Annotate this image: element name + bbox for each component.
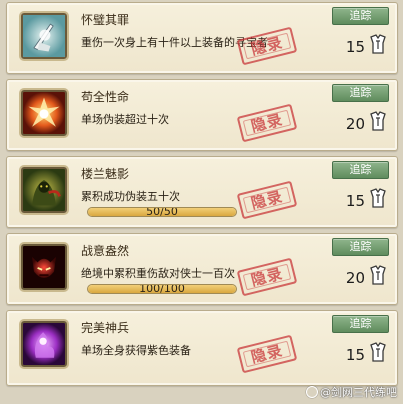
- points-badge-icon: [370, 111, 386, 131]
- completed-stamp: 隐录: [236, 257, 298, 297]
- completed-stamp: 隐录: [236, 180, 298, 220]
- achievement-title: 怀璧其罪: [81, 13, 130, 27]
- track-button[interactable]: 追踪: [332, 315, 389, 333]
- points-badge-icon: [370, 265, 386, 285]
- achievement-card: 楼兰魅影 累积成功伪装五十次 50/50 隐录 追踪 15: [6, 156, 398, 228]
- achievement-description: 累积成功伪装五十次: [81, 190, 180, 203]
- purple-aura-icon: [21, 321, 67, 367]
- achievement-description: 单场伪装超过十次: [81, 113, 169, 126]
- weibo-icon: [306, 386, 318, 398]
- progress-text: 50/50: [146, 207, 178, 217]
- progress-text: 100/100: [139, 284, 185, 294]
- track-button[interactable]: 追踪: [332, 7, 389, 25]
- achievement-card: 怀璧其罪 重伤一次身上有十件以上装备的寻宝者 隐录 追踪 15: [6, 2, 398, 74]
- sword-man-icon: [21, 13, 67, 59]
- achievement-description: 单场全身获得紫色装备: [81, 344, 191, 357]
- completed-stamp: 隐录: [236, 26, 298, 66]
- hooded-figure-icon: [21, 167, 67, 213]
- points-badge-icon: [370, 188, 386, 208]
- points-badge-icon: [370, 34, 386, 54]
- achievement-points: 20: [345, 269, 365, 287]
- track-button[interactable]: 追踪: [332, 84, 389, 102]
- progress-bar: 50/50: [87, 207, 237, 217]
- achievement-card: 完美神兵 单场全身获得紫色装备 隐录 追踪 15: [6, 310, 398, 386]
- achievement-title: 战意盎然: [81, 244, 130, 258]
- track-button[interactable]: 追踪: [332, 238, 389, 256]
- red-demon-face-icon: [21, 244, 67, 290]
- points-badge-icon: [370, 342, 386, 362]
- progress-bar: 100/100: [87, 284, 237, 294]
- completed-stamp: 隐录: [236, 103, 298, 143]
- fire-burst-icon: [21, 90, 67, 136]
- completed-stamp: 隐录: [236, 334, 298, 374]
- achievement-card: 苟全性命 单场伪装超过十次 隐录 追踪 20: [6, 79, 398, 151]
- achievement-points: 20: [345, 115, 365, 133]
- watermark-text: @剑网三代练吧: [320, 386, 397, 399]
- achievement-title: 完美神兵: [81, 321, 130, 335]
- track-button[interactable]: 追踪: [332, 161, 389, 179]
- achievement-points: 15: [345, 38, 365, 56]
- watermark: @剑网三代练吧: [306, 384, 397, 400]
- achievement-title: 苟全性命: [81, 90, 130, 104]
- achievement-points: 15: [345, 192, 365, 210]
- achievement-points: 15: [345, 346, 365, 364]
- achievement-description: 绝境中累积重伤敌对侠士一百次: [81, 267, 235, 280]
- achievement-title: 楼兰魅影: [81, 167, 130, 181]
- achievement-card: 战意盎然 绝境中累积重伤敌对侠士一百次 100/100 隐录 追踪 20: [6, 233, 398, 305]
